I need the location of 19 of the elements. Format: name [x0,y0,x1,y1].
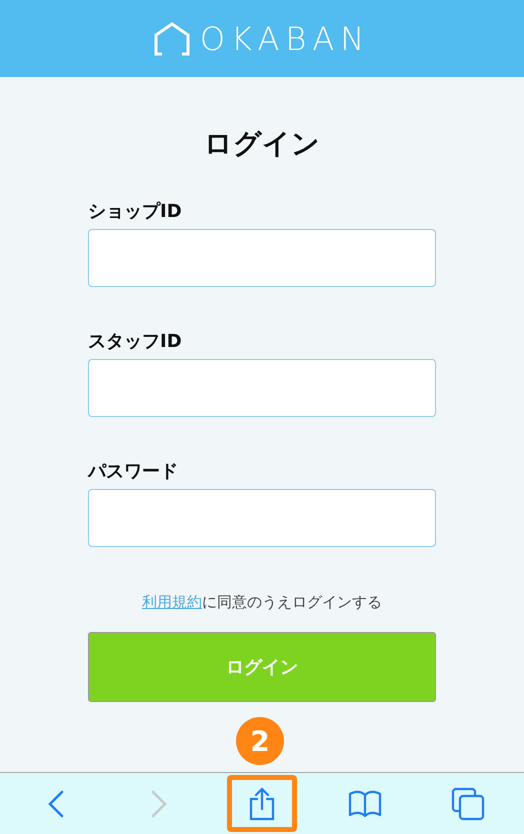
share-icon [248,786,276,820]
logo-text: OKABAN [200,20,370,58]
tabs-icon [451,786,486,820]
back-icon [48,790,64,818]
input-field[interactable] [88,229,436,287]
step-badge: 2 [236,717,284,765]
input-field[interactable] [88,489,436,547]
share-button[interactable] [226,775,297,832]
forward-icon [150,790,167,818]
field-label: スタッフID [88,330,183,353]
house-icon [154,22,190,56]
terms-text: 利用規約に同意のうえログインする [141,593,383,612]
book-icon [348,790,382,818]
terms-link[interactable]: 利用規約 [142,593,202,611]
field-label: ショップID [88,200,183,223]
login-button[interactable]: ログイン [88,632,436,702]
field-label: パスワード [88,460,179,483]
input-field[interactable] [88,359,436,417]
page-title: ログイン [204,126,320,162]
